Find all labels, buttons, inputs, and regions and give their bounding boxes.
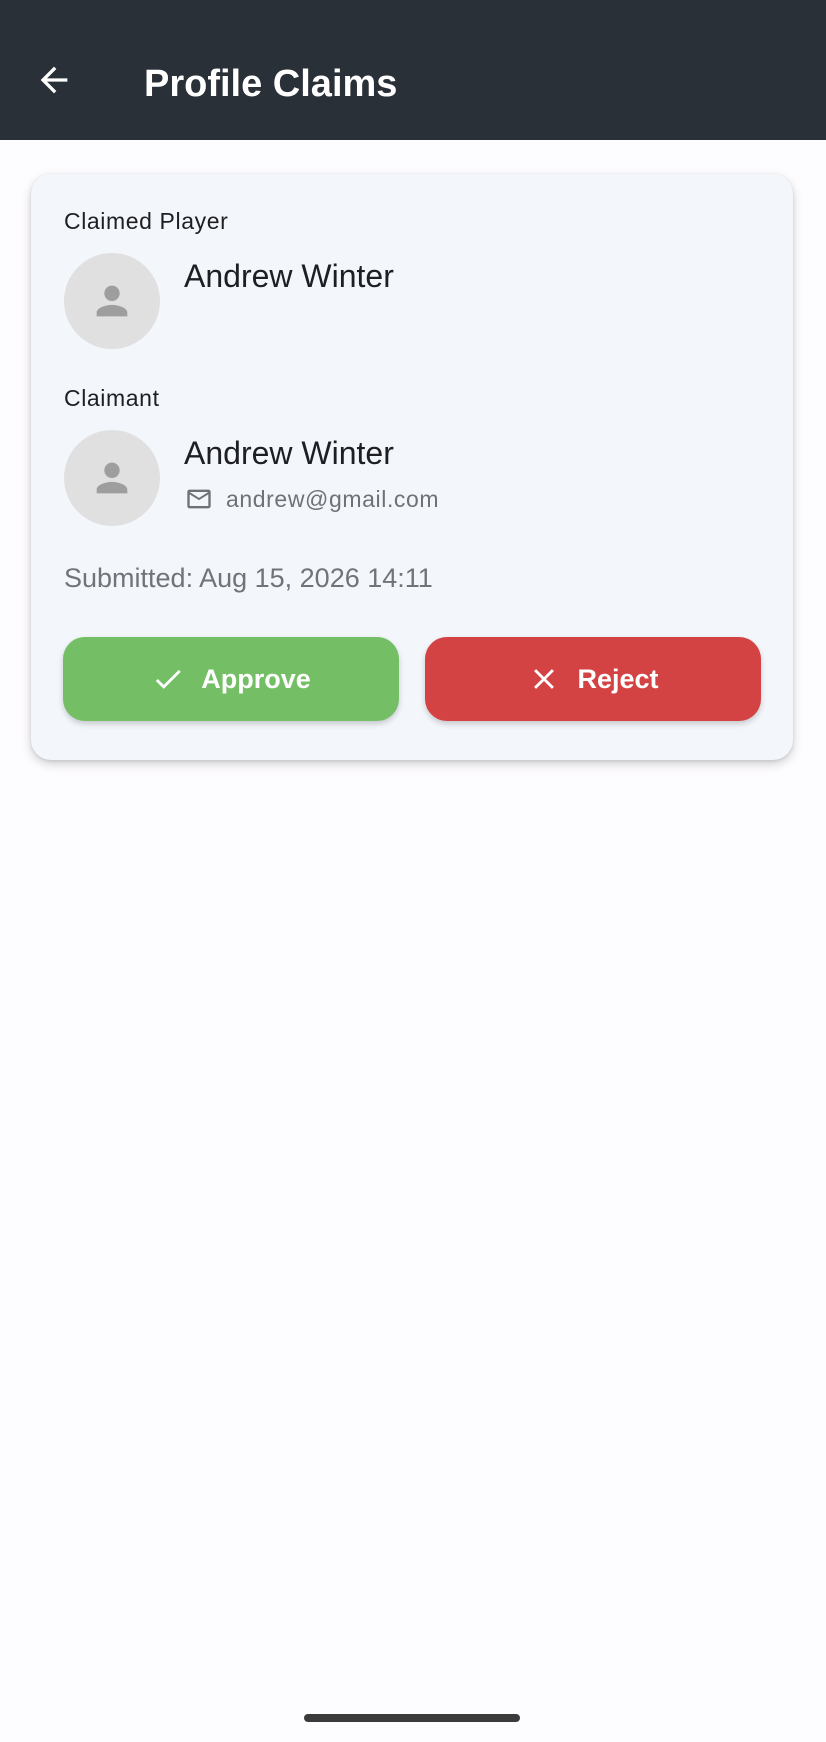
person-icon	[96, 285, 128, 317]
claimant-email-row: andrew@gmail.com	[184, 483, 439, 515]
home-indicator[interactable]	[304, 1714, 520, 1722]
claimant-name: Andrew Winter	[184, 435, 394, 471]
claimed-player-avatar	[64, 253, 160, 349]
claimed-player-label: Claimed Player	[64, 208, 229, 234]
page-title: Profile Claims	[144, 63, 398, 105]
approve-label: Approve	[201, 663, 311, 694]
reject-label: Reject	[577, 663, 659, 694]
mail-icon	[184, 484, 214, 514]
check-icon	[151, 662, 185, 696]
claimant-label: Claimant	[64, 385, 160, 411]
claimed-player-name: Andrew Winter	[184, 258, 394, 294]
claimant-email: andrew@gmail.com	[226, 485, 440, 512]
arrow-left-icon	[40, 66, 68, 94]
approve-button[interactable]: Approve	[63, 637, 399, 721]
reject-button[interactable]: Reject	[425, 637, 761, 721]
person-icon	[96, 462, 128, 494]
submitted-timestamp: Submitted: Aug 15, 2026 14:11	[64, 563, 433, 593]
app-bar: Profile Claims	[0, 0, 826, 140]
close-icon	[527, 662, 561, 696]
claim-card: Claimed Player Andrew Winter Claimant An…	[31, 174, 793, 760]
back-button[interactable]	[26, 52, 82, 108]
claimant-avatar	[64, 430, 160, 526]
